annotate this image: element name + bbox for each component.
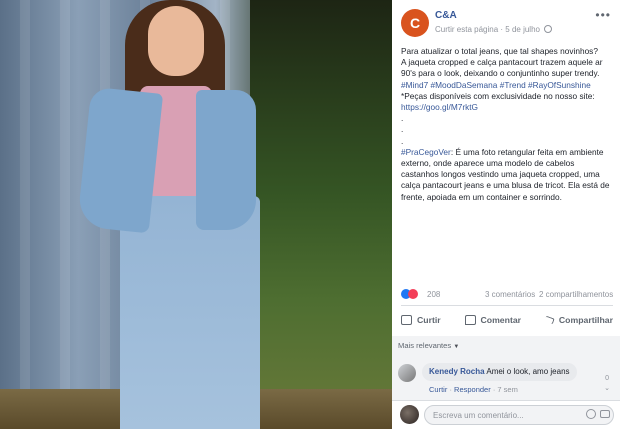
post-availability: *Peças disponíveis com exclusividade no …: [401, 90, 595, 101]
emoji-icon[interactable]: [586, 409, 596, 419]
thumbs-up-icon: [401, 315, 412, 325]
share-label: Compartilhar: [558, 315, 613, 325]
post-dot: .: [401, 135, 404, 146]
grass-background: [250, 0, 392, 429]
comment-label: Comentar: [480, 315, 522, 325]
vote-down-icon[interactable]: ⌄: [604, 384, 610, 394]
follow-page-link[interactable]: Curtir esta página: [435, 25, 498, 34]
comment-reply-link[interactable]: Responder: [454, 385, 491, 394]
page-meta: Curtir esta página · 5 de julho: [435, 25, 553, 34]
container-panel: [20, 0, 30, 429]
post-header: C C&A Curtir esta página · 5 de julho ••…: [392, 0, 620, 40]
globe-icon: [544, 25, 553, 33]
comment-bubble: Kenedy Rocha Amei o look, amo jeans: [422, 363, 577, 381]
post-date[interactable]: 5 de julho: [505, 25, 540, 34]
comment-vote: 0 ⌄: [604, 374, 610, 394]
like-label: Curtir: [417, 315, 441, 325]
share-count[interactable]: 2 compartilhamentos: [539, 290, 613, 299]
comment-icon: [464, 315, 476, 325]
model-jacket-right: [196, 90, 256, 230]
comment-like-link[interactable]: Curtir: [429, 385, 447, 394]
post-dot: .: [401, 113, 404, 124]
like-button[interactable]: Curtir: [401, 310, 441, 330]
love-reaction-icon: [408, 289, 418, 299]
page-avatar-glyph: C: [409, 15, 421, 31]
current-user-avatar: [400, 405, 419, 424]
post-line-2: A jaqueta cropped e calça pantacourt tra…: [401, 57, 603, 79]
post-dot: .: [401, 124, 404, 135]
caret-down-icon: ▼: [453, 344, 460, 350]
commenter-avatar[interactable]: [398, 364, 416, 382]
post-cegover: #PraCegoVer: É uma foto retangular feita…: [401, 147, 613, 203]
comment-text: Amei o look, amo jeans: [486, 367, 570, 376]
reaction-count[interactable]: 208: [427, 290, 440, 299]
camera-icon[interactable]: [600, 410, 610, 418]
share-arrow-icon: [544, 315, 555, 325]
cegover-hashtag[interactable]: #PraCegoVer: [401, 147, 451, 157]
model-jacket-left: [76, 86, 164, 234]
action-bar: Curtir Comentar Compartilhar: [401, 310, 613, 330]
reactions-row: 208 3 comentários 2 compartilhamentos: [401, 289, 613, 301]
page-name[interactable]: C&A: [435, 10, 457, 21]
comment-meta: Curtir · Responder · 7 sem: [429, 385, 518, 394]
model-face: [148, 6, 204, 76]
comment-author[interactable]: Kenedy Rocha: [429, 367, 485, 376]
comment-button[interactable]: Comentar: [464, 310, 522, 330]
container-panel: [60, 0, 70, 429]
page-avatar[interactable]: C: [401, 9, 429, 37]
sort-label: Mais relevantes: [398, 341, 452, 350]
comment-count[interactable]: 3 comentários: [485, 290, 535, 299]
comment-composer: [392, 400, 620, 429]
post-text: Para atualizar o total jeans, que tal sh…: [401, 46, 613, 203]
comment-time[interactable]: 7 sem: [497, 385, 517, 394]
divider: [401, 305, 613, 306]
model-figure: [76, 0, 270, 429]
post-link[interactable]: https://goo.gl/M7rktG: [401, 102, 478, 112]
vote-score: 0: [605, 375, 610, 382]
post-panel: C C&A Curtir esta página · 5 de julho ••…: [392, 0, 620, 429]
reaction-icons[interactable]: [401, 289, 418, 301]
post-hashtags[interactable]: #Mind7 #MoodDaSemana #Trend #RayOfSunshi…: [401, 80, 613, 91]
share-button[interactable]: Compartilhar: [544, 310, 613, 330]
sort-comments-dropdown[interactable]: Mais relevantes ▼: [398, 341, 459, 350]
post-photo[interactable]: [0, 0, 392, 429]
post-line-1: Para atualizar o total jeans, que tal sh…: [401, 46, 598, 56]
more-options-icon[interactable]: •••: [595, 8, 611, 22]
